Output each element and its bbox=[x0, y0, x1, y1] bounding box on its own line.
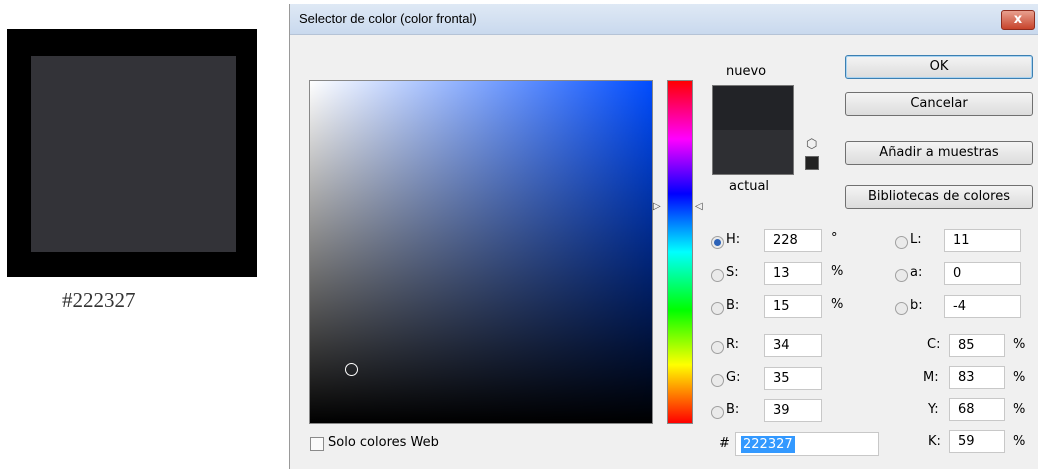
label-lab-b: b: bbox=[910, 298, 923, 313]
websafe-cube-icon[interactable]: ⬡ bbox=[806, 137, 817, 152]
swatch-hex-label: #222327 bbox=[62, 288, 136, 312]
hex-input[interactable]: 222327 bbox=[735, 432, 879, 456]
hue-slider-right-arrow-icon[interactable]: ◁ bbox=[695, 202, 703, 212]
radio-r[interactable] bbox=[711, 341, 724, 354]
input-g[interactable]: 35 bbox=[764, 367, 822, 390]
radio-l[interactable] bbox=[895, 236, 908, 249]
new-color-label: nuevo bbox=[726, 64, 767, 79]
close-button[interactable]: x bbox=[1001, 10, 1035, 30]
cancel-button[interactable]: Cancelar bbox=[845, 92, 1033, 116]
websafe-color-swatch-icon[interactable] bbox=[805, 156, 819, 170]
web-only-label[interactable]: Solo colores Web bbox=[328, 435, 439, 450]
input-b[interactable]: 15 bbox=[764, 295, 822, 318]
radio-rgb-b[interactable] bbox=[711, 406, 724, 419]
hue-slider-left-arrow-icon[interactable]: ▷ bbox=[653, 202, 661, 212]
input-l[interactable]: 11 bbox=[944, 229, 1021, 252]
title-bar[interactable]: Selector de color (color frontal) x bbox=[290, 4, 1038, 35]
radio-b[interactable] bbox=[711, 302, 724, 315]
label-m: M: bbox=[923, 370, 939, 385]
input-y[interactable]: 68 bbox=[949, 398, 1005, 421]
label-k: K: bbox=[928, 434, 941, 449]
unit-h: ° bbox=[831, 231, 838, 246]
input-r[interactable]: 34 bbox=[764, 334, 822, 357]
color-picker-circle[interactable] bbox=[345, 363, 358, 376]
hue-slider[interactable] bbox=[667, 80, 693, 424]
hex-prefix: # bbox=[719, 436, 730, 451]
radio-lab-b[interactable] bbox=[895, 302, 908, 315]
label-y: Y: bbox=[928, 402, 939, 417]
color-field[interactable] bbox=[309, 80, 653, 424]
input-a[interactable]: 0 bbox=[944, 262, 1021, 285]
color-swatch-frame bbox=[7, 29, 257, 277]
unit-s: % bbox=[831, 264, 844, 279]
label-rgb-b: B: bbox=[726, 402, 740, 417]
input-s[interactable]: 13 bbox=[764, 262, 822, 285]
new-color-preview bbox=[712, 85, 794, 130]
input-m[interactable]: 83 bbox=[949, 366, 1005, 389]
radio-h[interactable] bbox=[711, 236, 724, 249]
unit-y: % bbox=[1013, 402, 1026, 417]
label-h: H: bbox=[726, 232, 741, 247]
unit-k: % bbox=[1013, 434, 1026, 449]
unit-c: % bbox=[1013, 337, 1026, 352]
label-s: S: bbox=[726, 265, 739, 280]
input-lab-b[interactable]: -4 bbox=[944, 295, 1021, 318]
input-h[interactable]: 228 bbox=[764, 229, 822, 252]
dialog-title: Selector de color (color frontal) bbox=[299, 11, 477, 26]
label-g: G: bbox=[726, 370, 741, 385]
current-color-preview[interactable] bbox=[712, 130, 794, 175]
web-only-checkbox[interactable] bbox=[310, 437, 324, 451]
hex-value: 222327 bbox=[741, 436, 795, 453]
add-to-swatches-button[interactable]: Añadir a muestras bbox=[845, 141, 1033, 165]
label-a: a: bbox=[910, 265, 923, 280]
color-libraries-button[interactable]: Bibliotecas de colores bbox=[845, 185, 1033, 209]
unit-b: % bbox=[831, 297, 844, 312]
radio-a[interactable] bbox=[895, 269, 908, 282]
color-swatch bbox=[31, 56, 236, 252]
input-rgb-b[interactable]: 39 bbox=[764, 399, 822, 422]
input-k[interactable]: 59 bbox=[949, 430, 1005, 453]
label-l: L: bbox=[910, 232, 922, 247]
color-picker-dialog: Selector de color (color frontal) x ▷ ◁ … bbox=[289, 4, 1038, 469]
label-b: B: bbox=[726, 298, 740, 313]
current-color-label: actual bbox=[729, 179, 770, 194]
label-r: R: bbox=[726, 337, 740, 352]
unit-m: % bbox=[1013, 370, 1026, 385]
input-c[interactable]: 85 bbox=[949, 334, 1005, 357]
radio-g[interactable] bbox=[711, 374, 724, 387]
radio-s[interactable] bbox=[711, 269, 724, 282]
label-c: C: bbox=[927, 337, 941, 352]
ok-button[interactable]: OK bbox=[845, 55, 1033, 79]
